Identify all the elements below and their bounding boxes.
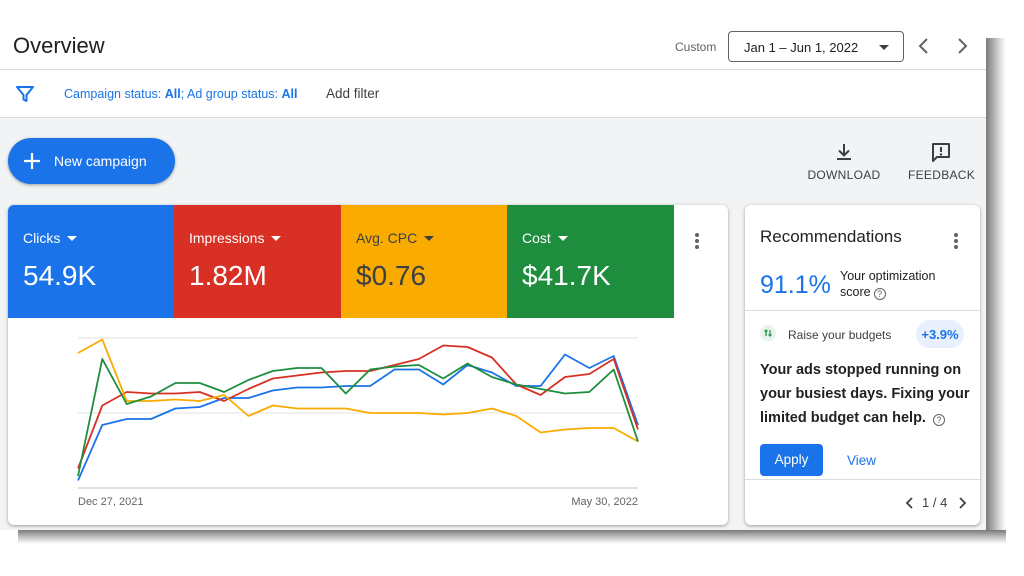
optimization-score: 91.1% [760, 271, 831, 299]
score-uplift-badge: +3.9% [916, 320, 964, 348]
optimization-score-label: Your optimization score? [840, 268, 960, 300]
filter-icon[interactable] [15, 84, 35, 104]
chevron-left-icon[interactable] [914, 36, 934, 56]
filter-bar: Campaign status: All; Ad group status: A… [0, 70, 986, 118]
more-vert-icon[interactable] [694, 231, 700, 251]
caret-down-icon [271, 236, 282, 241]
ad-group-status-value: All [281, 87, 298, 101]
x-tick-label-end: May 30, 2022 [571, 496, 638, 508]
feedback-button[interactable]: FEEDBACK [908, 140, 976, 184]
recommendations-card: Recommendations 91.1% Your optimization … [745, 205, 980, 525]
chevron-right-icon[interactable] [952, 36, 972, 56]
overview-window: Overview Custom Jan 1 – Jun 1, 2022 Camp… [0, 0, 986, 530]
download-icon [837, 144, 851, 160]
chevron-left-icon[interactable] [905, 497, 915, 509]
series-line-impressions [77, 344, 639, 469]
new-campaign-button[interactable]: New campaign [8, 138, 175, 184]
date-range-value: Jan 1 – Jun 1, 2022 [744, 40, 859, 55]
caret-down-icon [557, 236, 568, 241]
new-campaign-label: New campaign [54, 153, 147, 169]
metric-value: 54.9K [23, 260, 97, 291]
date-range-select[interactable]: Jan 1 – Jun 1, 2022 [728, 31, 904, 62]
budget-badge [760, 325, 776, 341]
recommendation-pager: 1 / 4 [905, 495, 975, 511]
help-icon[interactable]: ? [933, 414, 945, 426]
x-tick-label-start: Dec 27, 2021 [78, 496, 143, 508]
metric-value: $41.7K [522, 260, 611, 291]
performance-line-chart: Dec 27, 2021 May 30, 2022 [77, 337, 639, 508]
metric-value: 1.82M [189, 260, 267, 291]
view-link[interactable]: View [847, 453, 876, 468]
divider [745, 479, 980, 480]
metric-value: $0.76 [356, 260, 427, 291]
metric-tile-impressions[interactable]: Impressions 1.82M [174, 205, 341, 318]
plus-icon [24, 153, 40, 169]
campaign-status-value: All [164, 87, 181, 101]
metric-tile-avg-cpc[interactable]: Avg. CPC $0.76 [341, 205, 507, 318]
pager-text: 1 / 4 [922, 495, 948, 510]
download-button[interactable]: DOWNLOAD [806, 140, 882, 184]
metric-name: Clicks [23, 230, 61, 246]
help-icon[interactable]: ? [873, 288, 886, 300]
download-label: DOWNLOAD [807, 168, 881, 182]
window-shadow-right [986, 38, 1006, 538]
chevron-right-icon[interactable] [957, 497, 967, 509]
metric-name: Cost [522, 230, 551, 246]
apply-button[interactable]: Apply [760, 444, 823, 476]
score-label-text: Your optimization score [840, 269, 936, 299]
performance-card: Clicks 54.9K Impressions 1.82M Avg. CPC … [8, 205, 728, 525]
metric-tile-clicks[interactable]: Clicks 54.9K [8, 205, 174, 318]
metric-name: Impressions [189, 230, 265, 246]
recommendations-title: Recommendations [760, 227, 902, 246]
series-line-clicks [77, 353, 639, 481]
divider [745, 310, 980, 311]
ad-group-status-label: Ad group status: [187, 87, 282, 101]
recommendation-description: Your ads stopped running on your busiest… [760, 358, 970, 430]
page-title: Overview [13, 33, 105, 58]
active-filters-link[interactable]: Campaign status: All; Ad group status: A… [64, 87, 298, 101]
metric-tile-cost[interactable]: Cost $41.7K [507, 205, 674, 318]
swap-vert-icon [764, 329, 772, 337]
page-header: Overview Custom Jan 1 – Jun 1, 2022 [0, 0, 986, 70]
feedback-icon [932, 143, 950, 162]
add-filter-button[interactable]: Add filter [326, 86, 379, 101]
series-line-cost [77, 358, 639, 477]
recommendation-type: Raise your budgets [788, 328, 892, 342]
campaign-status-label: Campaign status: [64, 87, 165, 101]
caret-down-icon [424, 236, 435, 241]
caret-down-icon [879, 45, 889, 50]
custom-label: Custom [675, 40, 717, 54]
more-vert-icon[interactable] [953, 231, 959, 251]
metric-name: Avg. CPC [356, 230, 418, 246]
window-shadow-bottom [18, 530, 1006, 544]
feedback-label: FEEDBACK [908, 168, 976, 182]
caret-down-icon [67, 236, 78, 241]
